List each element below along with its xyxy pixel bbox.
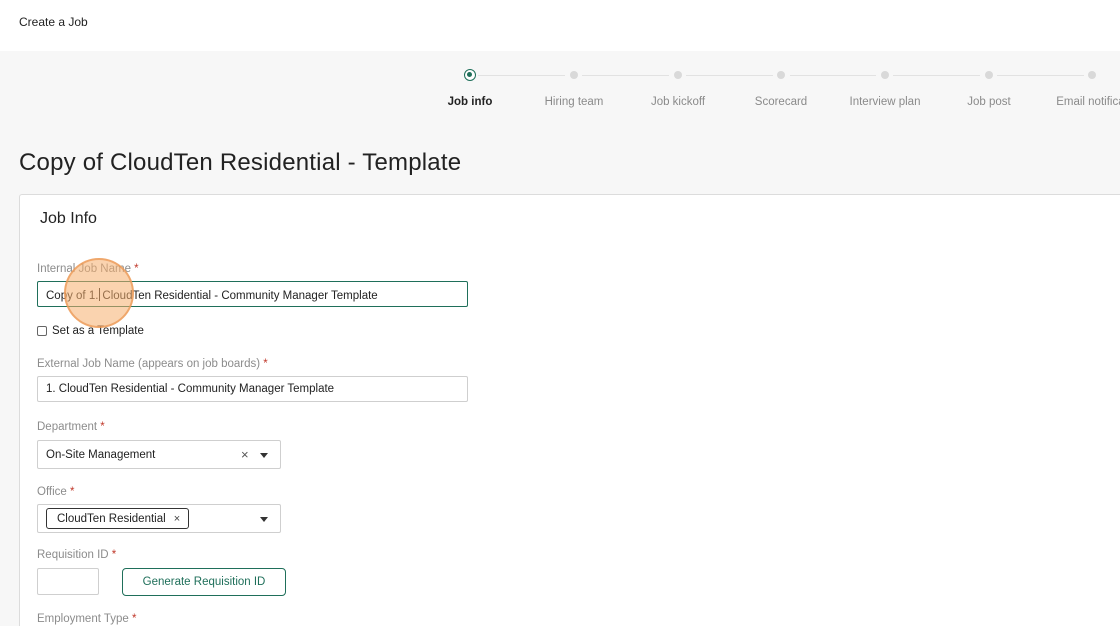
required-marker: * bbox=[134, 263, 139, 275]
chip-label: CloudTen Residential bbox=[57, 512, 166, 525]
employment-type-label: Employment Type * bbox=[37, 613, 137, 625]
step-connector bbox=[686, 75, 773, 76]
label-text: Department bbox=[37, 421, 98, 433]
job-info-card: Job Info Internal Job Name * Copy of 1.C… bbox=[19, 194, 1120, 626]
step-dot bbox=[570, 71, 578, 79]
step-dot bbox=[881, 71, 889, 79]
required-marker: * bbox=[263, 358, 268, 370]
dropdown-arrow-icon[interactable] bbox=[260, 453, 268, 458]
page-title: Copy of CloudTen Residential - Template bbox=[19, 149, 462, 176]
section-title: Job Info bbox=[40, 210, 97, 227]
requisition-id-label: Requisition ID * bbox=[37, 549, 116, 561]
step-connector bbox=[893, 75, 980, 76]
step-label: Job kickoff bbox=[650, 96, 706, 108]
department-value: On-Site Management bbox=[46, 449, 156, 461]
office-select[interactable]: CloudTen Residential × bbox=[37, 504, 281, 533]
step-dot bbox=[1088, 71, 1096, 79]
label-text: External Job Name (appears on job boards… bbox=[37, 358, 261, 370]
external-job-name-input[interactable]: 1. CloudTen Residential - Community Mana… bbox=[37, 376, 468, 402]
click-indicator bbox=[64, 258, 134, 328]
required-marker: * bbox=[132, 613, 137, 625]
step-label: Scorecard bbox=[754, 96, 808, 108]
office-chip: CloudTen Residential × bbox=[46, 508, 190, 529]
external-job-name-label: External Job Name (appears on job boards… bbox=[37, 358, 268, 370]
office-label: Office * bbox=[37, 486, 75, 498]
step-connector bbox=[582, 75, 669, 76]
top-bar: Create a Job bbox=[0, 0, 1120, 51]
label-text: Requisition ID bbox=[37, 549, 109, 561]
step-connector bbox=[478, 75, 565, 76]
step-dot bbox=[674, 71, 682, 79]
remove-chip-icon[interactable]: × bbox=[174, 513, 180, 525]
step-label: Hiring team bbox=[544, 96, 604, 108]
label-text: Employment Type bbox=[37, 613, 129, 625]
step-connector bbox=[790, 75, 876, 76]
step-label: Email notificat bbox=[1056, 96, 1120, 108]
job-creation-stepper: Job info Hiring team Job kickoff Scoreca… bbox=[0, 63, 1120, 113]
input-text-after-caret: CloudTen Residential - Community Manager… bbox=[102, 290, 378, 302]
step-label: Job post bbox=[967, 96, 1011, 108]
department-label: Department * bbox=[37, 421, 105, 433]
required-marker: * bbox=[100, 421, 105, 433]
department-select[interactable]: On-Site Management × bbox=[37, 440, 281, 469]
dropdown-arrow-icon[interactable] bbox=[260, 517, 268, 522]
header-title: Create a Job bbox=[19, 15, 88, 29]
step-label: Job info bbox=[447, 96, 493, 108]
requisition-id-input[interactable] bbox=[37, 568, 99, 595]
required-marker: * bbox=[111, 549, 117, 561]
label-text: Office bbox=[37, 486, 67, 498]
step-current-dot bbox=[464, 69, 476, 81]
required-marker: * bbox=[70, 486, 75, 498]
generate-requisition-id-button[interactable]: Generate Requisition ID bbox=[122, 568, 286, 596]
step-dot bbox=[985, 71, 993, 79]
set-as-template-checkbox[interactable] bbox=[37, 326, 47, 336]
step-connector bbox=[997, 75, 1084, 76]
step-dot bbox=[777, 71, 785, 79]
clear-icon[interactable]: × bbox=[241, 447, 249, 462]
step-label: Interview plan bbox=[849, 96, 921, 108]
